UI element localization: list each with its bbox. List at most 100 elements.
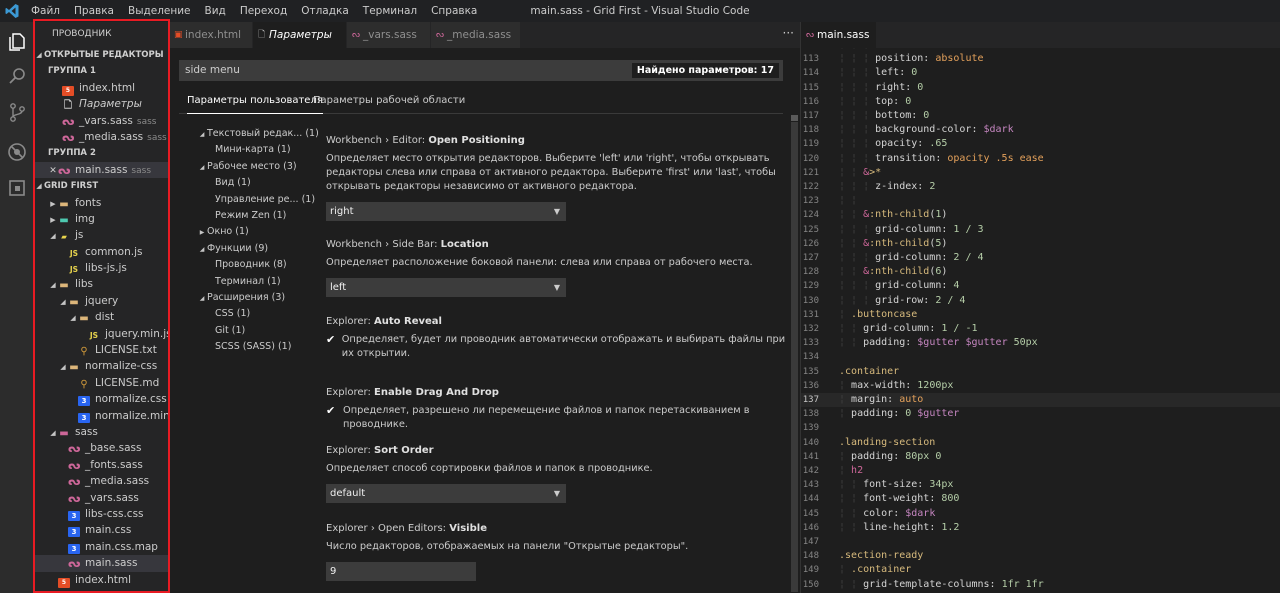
tree-folder-sass[interactable]: ◢ ▬ sass xyxy=(34,424,169,440)
tree-folder-js[interactable]: ◢ ▰ js xyxy=(34,227,169,243)
menu-selection[interactable]: Выделение xyxy=(121,0,198,22)
code-editor[interactable]: ¦ ¦ ¦ content: 113¦ ¦ ¦ position: absolu… xyxy=(801,48,1280,593)
menu-help[interactable]: Справка xyxy=(424,0,484,22)
sass-file-icon: ᔓ xyxy=(352,30,361,40)
code-line: 141 ¦ padding: 80px 0 xyxy=(801,450,1280,464)
tree-file-index-html[interactable]: 5 index.html xyxy=(34,572,169,588)
tab-workspace-settings[interactable]: Параметры рабочей области xyxy=(313,90,465,114)
menu-view[interactable]: Вид xyxy=(198,0,233,22)
tree-file-normalize-min-css[interactable]: 3 normalize.min.... xyxy=(34,408,169,424)
extensions-icon[interactable] xyxy=(5,176,29,200)
open-editors-label: ОТКРЫТЫЕ РЕДАКТОРЫ xyxy=(44,50,164,60)
toc-item[interactable]: SCSS (SASS) (1) xyxy=(169,339,319,355)
tree-file-license-txt[interactable]: ⚲ LICENSE.txt xyxy=(34,342,169,358)
tree-folder-img[interactable]: ▶ ▬ img xyxy=(34,211,169,227)
toc-item[interactable]: ◢ Расширения (3) xyxy=(169,290,319,306)
tree-file-main-css[interactable]: 3 main.css xyxy=(34,522,169,538)
debug-icon[interactable] xyxy=(5,140,29,164)
tree-folder-normalize-css[interactable]: ◢ ▬ normalize-css xyxy=(34,358,169,374)
toc-item[interactable]: ◢ Текстовый редак... (1) xyxy=(169,126,319,142)
menu-file[interactable]: Файл xyxy=(24,0,67,22)
settings-scrollbar[interactable] xyxy=(791,122,798,592)
toc-item[interactable]: Режим Zen (1) xyxy=(169,208,319,224)
settings-search-input[interactable] xyxy=(185,60,485,81)
menu-bar: Файл Правка Выделение Вид Переход Отладк… xyxy=(24,0,484,22)
tree-file-media-sass[interactable]: ᔓ _media.sass xyxy=(34,473,169,489)
open-editors-header[interactable]: ◢ ОТКРЫТЫЕ РЕДАКТОРЫ xyxy=(34,47,169,63)
toc-item[interactable]: Мини-карта (1) xyxy=(169,142,319,158)
source-control-icon[interactable] xyxy=(5,100,29,124)
tab-index-html[interactable]: ▣ index.html xyxy=(169,22,253,48)
tree-file-libs-css[interactable]: 3 libs-css.css xyxy=(34,506,169,522)
toc-item[interactable]: CSS (1) xyxy=(169,306,319,322)
tree-label: sass xyxy=(75,425,98,438)
toc-item[interactable]: Проводник (8) xyxy=(169,257,319,273)
toc-item[interactable]: ▶ Окно (1) xyxy=(169,224,319,240)
setting-name: Visible xyxy=(449,523,487,534)
code-line: 131 ¦ .buttoncase xyxy=(801,308,1280,322)
line-number: 147 xyxy=(802,537,819,547)
toc-item[interactable]: ◢ Рабочее место (3) xyxy=(169,159,319,175)
tab-media-sass[interactable]: ᔓ _media.sass xyxy=(431,22,521,48)
explorer-icon[interactable] xyxy=(5,30,29,54)
close-icon[interactable]: ✕ xyxy=(48,163,58,179)
setting-description: Определяет расположение боковой панели: … xyxy=(326,257,753,268)
open-editor-main-sass[interactable]: ✕ᔓ main.sass sass xyxy=(34,161,169,179)
tree-folder-fonts[interactable]: ▶ ▬ fonts xyxy=(34,195,169,211)
code-line: 138 ¦ padding: 0 $gutter xyxy=(801,407,1280,421)
tree-file-vars-sass[interactable]: ᔓ _vars.sass xyxy=(34,490,169,506)
checkmark-icon[interactable]: ✔ xyxy=(326,404,343,432)
tree-folder-libs[interactable]: ◢ ▬ libs xyxy=(34,276,169,292)
sort-order-select[interactable]: default ▼ xyxy=(326,484,566,503)
project-header[interactable]: ◢ GRID FIRST xyxy=(34,178,169,194)
tree-file-libs-js[interactable]: JS libs-js.js xyxy=(34,260,169,276)
toc-label: Мини-карта xyxy=(215,144,275,156)
tab-settings[interactable]: 🗋 Параметры xyxy=(253,22,347,48)
menu-go[interactable]: Переход xyxy=(233,0,294,22)
tree-file-main-sass[interactable]: ᔓ main.sass xyxy=(34,555,169,572)
menu-debug[interactable]: Отладка xyxy=(294,0,356,22)
tree-file-base-sass[interactable]: ᔓ _base.sass xyxy=(34,440,169,456)
open-editors-visible-input[interactable]: 9 xyxy=(326,562,476,581)
menu-terminal[interactable]: Терминал xyxy=(356,0,424,22)
open-editor-media-sass[interactable]: ᔓ _media.sass sass xyxy=(34,129,169,145)
search-result-count: Найдено параметров: 17 xyxy=(631,63,779,78)
setting-title: Explorer › Open Editors: Visible xyxy=(326,522,791,536)
tree-file-license-md[interactable]: ⚲ LICENSE.md xyxy=(34,375,169,391)
chevron-down-icon: ◢ xyxy=(36,51,42,59)
menu-edit[interactable]: Правка xyxy=(67,0,121,22)
tab-user-settings[interactable]: Параметры пользователя xyxy=(187,90,323,114)
sidebar-location-select[interactable]: left ▼ xyxy=(326,278,566,297)
tree-file-normalize-css[interactable]: 3 normalize.css xyxy=(34,391,169,407)
open-editor-index-html[interactable]: 5 index.html xyxy=(34,80,169,96)
open-editor-settings[interactable]: 🗋 Параметры xyxy=(34,96,169,112)
tab-main-sass[interactable]: ᔓ main.sass xyxy=(801,22,877,48)
code-line: 136 ¦ max-width: 1200px xyxy=(801,379,1280,393)
toc-item[interactable]: Терминал (1) xyxy=(169,274,319,290)
search-icon[interactable] xyxy=(5,64,29,88)
toc-count: (1) xyxy=(236,308,251,320)
open-positioning-select[interactable]: right ▼ xyxy=(326,202,566,221)
group2-header[interactable]: ГРУППА 2 xyxy=(34,145,169,161)
open-editor-vars-sass[interactable]: ᔓ _vars.sass sass xyxy=(34,113,169,129)
tree-file-main-css-map[interactable]: 3 main.css.map xyxy=(34,539,169,555)
sass-file-icon: ᔓ xyxy=(62,130,75,144)
toc-item[interactable]: ◢ Функции (9) xyxy=(169,241,319,257)
line-number: 130 xyxy=(802,295,819,306)
tree-file-jquery-min-js[interactable]: JS jquery.min.js xyxy=(34,326,169,342)
toc-item[interactable]: Вид (1) xyxy=(169,175,319,191)
toc-item[interactable]: Git (1) xyxy=(169,323,319,339)
tree-label: _vars.sass xyxy=(85,491,139,504)
tab-vars-sass[interactable]: ᔓ _vars.sass xyxy=(347,22,431,48)
tree-folder-jquery[interactable]: ◢ ▬ jquery xyxy=(34,293,169,309)
tree-file-fonts-sass[interactable]: ᔓ _fonts.sass xyxy=(34,457,169,473)
tree-folder-dist[interactable]: ◢ ▬ dist xyxy=(34,309,169,325)
checkmark-icon[interactable]: ✔ xyxy=(326,333,342,361)
tree-file-common-js[interactable]: JS common.js xyxy=(34,244,169,260)
more-actions-icon[interactable]: ··· xyxy=(783,22,794,44)
group1-header[interactable]: ГРУППА 1 xyxy=(34,63,169,79)
toc-item[interactable]: Управление ре... (1) xyxy=(169,192,319,208)
sass-folder-icon: ▬ xyxy=(59,427,69,439)
toc-count: (3) xyxy=(271,291,286,303)
scrollbar-arrow[interactable] xyxy=(791,115,798,121)
